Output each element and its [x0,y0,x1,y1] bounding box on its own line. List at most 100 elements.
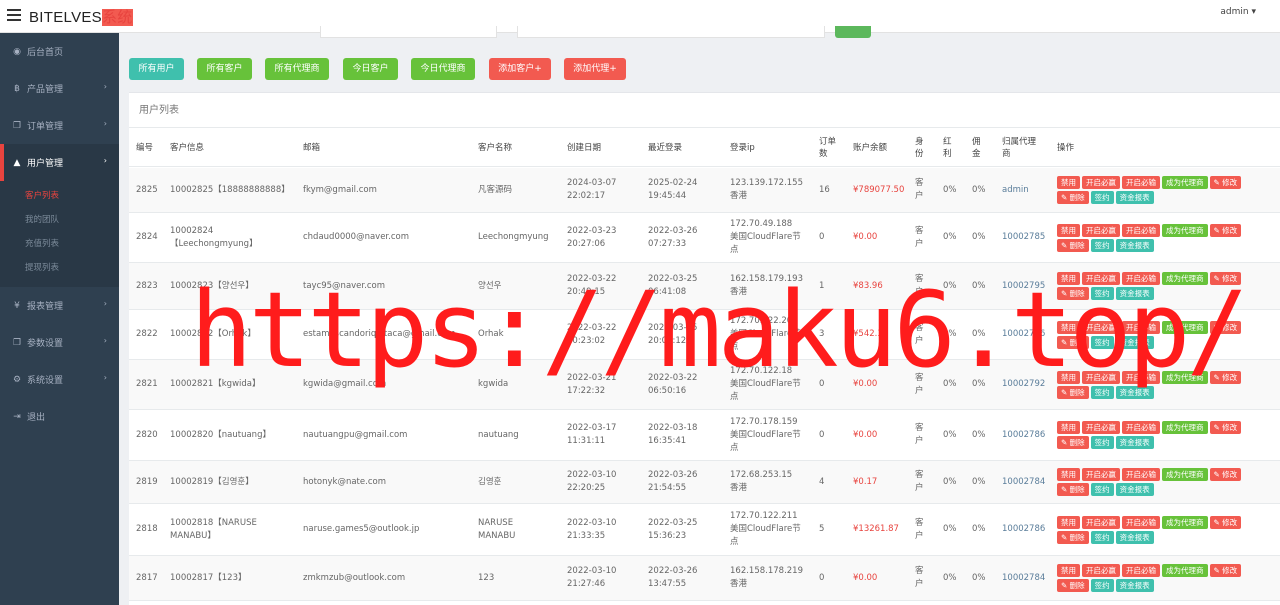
edit-button[interactable]: ✎ 修改 [1209,564,1242,577]
edit-button[interactable]: ✎ 修改 [1209,370,1242,384]
fund-report-button[interactable]: 资金报表 [1115,483,1154,496]
make-agent-button[interactable]: 成为代理商 [1162,320,1208,334]
menu-toggle-icon[interactable] [7,9,21,21]
sign-button[interactable]: 签约 [1090,436,1114,449]
sign-button[interactable]: 签约 [1090,238,1114,252]
force-win-button[interactable]: 开启必赢 [1082,468,1120,481]
make-agent-button[interactable]: 成为代理商 [1162,223,1208,237]
sign-button[interactable]: 签约 [1090,385,1114,399]
fund-report-button[interactable]: 资金报表 [1115,436,1154,449]
filter-button-3[interactable]: 今日客户 [343,58,398,80]
submenu-item-3[interactable]: 提现列表 [0,256,119,280]
cell-agent[interactable]: admin [1002,168,1029,212]
disable-button[interactable]: 禁用 [1057,370,1080,384]
edit-button[interactable]: ✎ 修改 [1209,272,1242,285]
disable-button[interactable]: 禁用 [1057,468,1080,481]
delete-button[interactable]: ✎ 删除 [1057,579,1089,592]
filter-button-1[interactable]: 所有客户 [197,58,252,80]
sign-button[interactable]: 签约 [1090,483,1114,496]
sign-button[interactable]: 签约 [1090,191,1114,204]
edit-button[interactable]: ✎ 修改 [1209,421,1242,434]
delete-button[interactable]: ✎ 删除 [1057,436,1089,449]
disable-button[interactable]: 禁用 [1057,564,1080,577]
make-agent-button[interactable]: 成为代理商 [1162,421,1208,434]
delete-button[interactable]: ✎ 删除 [1057,385,1089,399]
force-win-button[interactable]: 开启必赢 [1082,176,1120,189]
fund-report-button[interactable]: 资金报表 [1115,385,1154,399]
edit-button[interactable]: ✎ 修改 [1209,320,1242,334]
force-win-button[interactable]: 开启必赢 [1082,272,1120,285]
fund-report-button[interactable]: 资金报表 [1115,579,1154,592]
cell-agent[interactable]: 10002786 [1002,410,1045,460]
delete-button[interactable]: ✎ 删除 [1057,530,1089,544]
sidebar-item-7[interactable]: ⇥ 退出 [0,398,119,435]
cell-agent[interactable]: 10002785 [1002,213,1045,262]
force-lose-button[interactable]: 开启必输 [1122,468,1160,481]
filter-button-0[interactable]: 所有用户 [129,58,184,80]
fund-report-button[interactable]: 资金报表 [1115,238,1154,252]
force-lose-button[interactable]: 开启必输 [1122,515,1160,529]
cell-agent[interactable]: 10002786 [1002,310,1045,359]
fund-report-button[interactable]: 资金报表 [1115,335,1154,349]
filter-button-2[interactable]: 所有代理商 [265,58,329,80]
sidebar-item-1[interactable]: ฿ 产品管理 › [0,70,119,107]
sign-button[interactable]: 签约 [1090,287,1114,300]
sidebar-item-0[interactable]: ◉ 后台首页 [0,33,119,70]
cell-agent[interactable]: 10002784 [1002,556,1045,600]
cell-agent[interactable]: 10002792 [1002,360,1045,409]
sidebar-item-5[interactable]: ❐ 参数设置 › [0,324,119,361]
make-agent-button[interactable]: 成为代理商 [1162,468,1208,481]
edit-button[interactable]: ✎ 修改 [1209,176,1242,189]
delete-button[interactable]: ✎ 删除 [1057,335,1089,349]
disable-button[interactable]: 禁用 [1057,176,1080,189]
sidebar-item-6[interactable]: ⚙ 系统设置 › [0,361,119,398]
filter-input-1[interactable] [320,26,497,38]
disable-button[interactable]: 禁用 [1057,272,1080,285]
sidebar-item-4[interactable]: ¥ 报表管理 › [0,287,119,324]
sidebar-item-2[interactable]: ❐ 订单管理 › [0,107,119,144]
make-agent-button[interactable]: 成为代理商 [1162,515,1208,529]
force-lose-button[interactable]: 开启必输 [1122,223,1160,237]
search-button[interactable] [835,26,871,38]
sidebar-item-3[interactable]: ▲ 用户管理 › [0,144,119,181]
delete-button[interactable]: ✎ 删除 [1057,191,1089,204]
make-agent-button[interactable]: 成为代理商 [1162,370,1208,384]
force-lose-button[interactable]: 开启必输 [1122,421,1160,434]
filter-button-6[interactable]: 添加代理+ [564,58,626,80]
force-win-button[interactable]: 开启必赢 [1082,421,1120,434]
force-lose-button[interactable]: 开启必输 [1122,320,1160,334]
filter-button-4[interactable]: 今日代理商 [411,58,475,80]
cell-agent[interactable]: 10002784 [1002,461,1045,503]
force-lose-button[interactable]: 开启必输 [1122,564,1160,577]
delete-button[interactable]: ✎ 删除 [1057,287,1089,300]
edit-button[interactable]: ✎ 修改 [1209,223,1242,237]
submenu-item-1[interactable]: 我的团队 [0,208,119,232]
force-win-button[interactable]: 开启必赢 [1082,515,1120,529]
submenu-item-2[interactable]: 充值列表 [0,232,119,256]
make-agent-button[interactable]: 成为代理商 [1162,564,1208,577]
force-lose-button[interactable]: 开启必输 [1122,176,1160,189]
cell-agent[interactable]: 10002795 [1002,263,1045,309]
disable-button[interactable]: 禁用 [1057,421,1080,434]
filter-button-5[interactable]: 添加客户+ [489,58,551,80]
admin-dropdown[interactable]: admin ▾ [1220,7,1256,17]
delete-button[interactable]: ✎ 删除 [1057,238,1089,252]
force-lose-button[interactable]: 开启必输 [1122,370,1160,384]
force-win-button[interactable]: 开启必赢 [1082,564,1120,577]
fund-report-button[interactable]: 资金报表 [1115,191,1154,204]
fund-report-button[interactable]: 资金报表 [1115,530,1154,544]
sign-button[interactable]: 签约 [1090,579,1114,592]
sign-button[interactable]: 签约 [1090,335,1114,349]
cell-agent[interactable]: 10002786 [1002,504,1045,555]
sign-button[interactable]: 签约 [1090,530,1114,544]
delete-button[interactable]: ✎ 删除 [1057,483,1089,496]
edit-button[interactable]: ✎ 修改 [1209,468,1242,481]
disable-button[interactable]: 禁用 [1057,223,1080,237]
force-win-button[interactable]: 开启必赢 [1082,370,1120,384]
disable-button[interactable]: 禁用 [1057,320,1080,334]
make-agent-button[interactable]: 成为代理商 [1162,176,1208,189]
force-win-button[interactable]: 开启必赢 [1082,223,1120,237]
submenu-item-0[interactable]: 客户列表 [0,184,119,208]
disable-button[interactable]: 禁用 [1057,515,1080,529]
filter-input-2[interactable] [517,26,825,38]
